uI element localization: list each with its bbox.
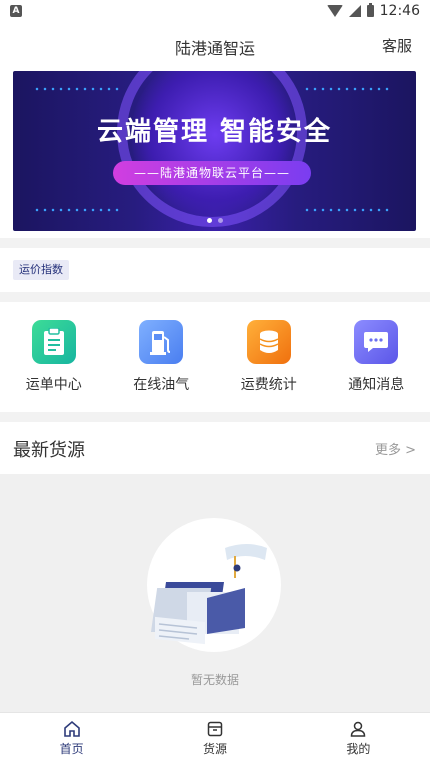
banner-headline: 云端管理 智能安全 — [13, 111, 416, 148]
cargo-box-icon — [206, 720, 224, 738]
grid-label: 运单中心 — [0, 374, 108, 394]
grid-item-notifications[interactable]: 通知消息 — [323, 302, 430, 412]
page-title: 陆港通智运 — [0, 35, 430, 59]
customer-service-button[interactable]: 客服 — [382, 35, 412, 56]
banner-dots-decoration — [33, 206, 123, 216]
tab-mine[interactable]: 我的 — [287, 713, 430, 763]
banner-dots-decoration — [33, 85, 123, 95]
coin-stack-icon — [247, 320, 291, 364]
chat-icon — [354, 320, 398, 364]
grid-item-freight-stats[interactable]: 运费统计 — [215, 302, 323, 412]
banner-carousel[interactable]: 云端管理 智能安全 ——陆港通物联云平台—— — [13, 71, 416, 231]
empty-illustration — [147, 518, 281, 652]
banner-section: 云端管理 智能安全 ——陆港通物联云平台—— — [0, 66, 430, 238]
user-icon — [349, 720, 367, 738]
grid-label: 运费统计 — [215, 374, 323, 394]
grid-label: 通知消息 — [323, 374, 430, 394]
empty-text: 暂无数据 — [0, 671, 430, 688]
section-title: 最新货源 — [13, 436, 85, 462]
tab-label: 首页 — [0, 740, 143, 757]
price-index-tag[interactable]: 运价指数 — [13, 260, 69, 280]
app-header: 陆港通智运 客服 — [0, 24, 430, 66]
banner-subtitle: ——陆港通物联云平台—— — [113, 161, 311, 185]
grid-item-waybill-center[interactable]: 运单中心 — [0, 302, 108, 412]
status-time: 12:46 — [380, 3, 420, 19]
cell-signal-icon — [349, 5, 361, 17]
status-bar: A 12:46 — [0, 0, 430, 24]
function-grid: 运单中心 在线油气 运费统计 通知消息 — [0, 302, 430, 412]
fuel-pump-icon — [139, 320, 183, 364]
wifi-icon — [327, 5, 343, 17]
clipboard-icon — [32, 320, 76, 364]
banner-ring — [117, 71, 307, 227]
tab-cargo[interactable]: 货源 — [143, 713, 286, 763]
empty-state: 暂无数据 — [0, 474, 430, 712]
pager-dot[interactable] — [218, 218, 223, 223]
notification-icon: A — [10, 5, 22, 17]
tab-label: 我的 — [287, 740, 430, 757]
status-right: 12:46 — [327, 3, 420, 19]
battery-icon — [367, 5, 374, 17]
grid-label: 在线油气 — [108, 374, 216, 394]
pager-dot-active[interactable] — [207, 218, 212, 223]
home-icon — [63, 720, 81, 738]
tab-home[interactable]: 首页 — [0, 713, 143, 763]
banner-dots-decoration — [303, 85, 393, 95]
tab-label: 货源 — [143, 740, 286, 757]
price-index-section: 运价指数 — [0, 248, 430, 292]
bottom-tab-bar: 首页 货源 我的 — [0, 712, 430, 763]
grid-item-online-fuel[interactable]: 在线油气 — [108, 302, 216, 412]
banner-dots-decoration — [303, 206, 393, 216]
latest-cargo-header: 最新货源 更多 > — [0, 422, 430, 474]
more-link[interactable]: 更多 > — [375, 439, 416, 458]
banner-pager — [13, 218, 416, 223]
